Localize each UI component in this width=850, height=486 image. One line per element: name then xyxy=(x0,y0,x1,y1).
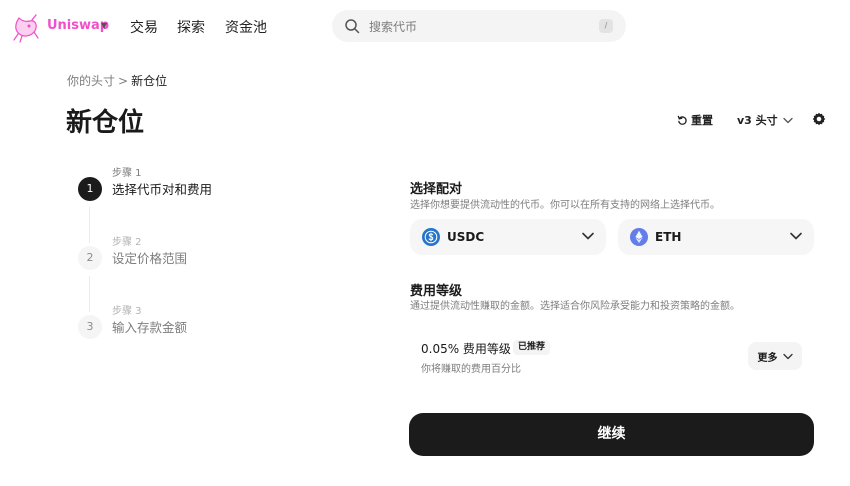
search-input[interactable]: 搜索代币 xyxy=(369,18,417,35)
step-title: 设定价格范围 xyxy=(112,251,188,266)
uniswap-logo-icon[interactable] xyxy=(10,12,42,44)
chevron-down-icon xyxy=(790,232,802,240)
version-dropdown[interactable]: v3 头寸 xyxy=(737,112,793,128)
step-number: 2 xyxy=(78,246,102,270)
more-fee-tiers-button[interactable]: 更多 xyxy=(748,342,802,370)
more-label: 更多 xyxy=(757,352,778,364)
nav-link-trade[interactable]: 交易 xyxy=(130,17,158,37)
search-icon xyxy=(345,19,360,34)
token-b-selector[interactable]: ETH xyxy=(618,219,814,255)
nav-link-pool[interactable]: 资金池 xyxy=(225,17,267,37)
step-title: 输入存款金额 xyxy=(112,320,188,335)
breadcrumb-current: 新仓位 xyxy=(131,74,168,88)
page-title: 新仓位 xyxy=(66,108,145,138)
search-shortcut-key: / xyxy=(599,19,613,33)
nav-link-explore[interactable]: 探索 xyxy=(177,17,205,37)
step-connector xyxy=(89,276,90,312)
token-b-symbol: ETH xyxy=(655,230,682,244)
reset-button[interactable]: 重置 xyxy=(677,112,713,128)
breadcrumb-parent[interactable]: 你的头寸 xyxy=(67,74,115,88)
token-a-symbol: USDC xyxy=(447,230,485,244)
step-caption: 步骤 2 xyxy=(112,237,142,248)
version-label: v3 头寸 xyxy=(737,114,778,127)
gear-icon[interactable] xyxy=(812,112,826,126)
breadcrumb-separator: > xyxy=(118,74,129,88)
pair-section-description: 选择你想要提供流动性的代币。你可以在所有支持的网络上选择代币。 xyxy=(410,200,720,211)
chevron-down-icon xyxy=(582,232,594,240)
top-nav: Uniswap ▼ 交易 探索 资金池 搜索代币 / xyxy=(0,0,850,54)
token-a-selector[interactable]: USDC xyxy=(410,219,606,255)
chevron-down-icon xyxy=(783,117,793,123)
step-caption: 步骤 1 xyxy=(112,168,142,179)
reset-label: 重置 xyxy=(691,114,713,127)
step-title: 选择代币对和费用 xyxy=(112,182,213,197)
brand-caret-icon[interactable]: ▼ xyxy=(101,21,107,30)
recommended-badge: 已推荐 xyxy=(513,340,551,355)
fee-tier-card: 0.05% 费用等级 已推荐 你将赚取的费用百分比 更多 xyxy=(410,328,813,386)
reset-icon xyxy=(677,115,687,125)
step-number: 1 xyxy=(78,177,102,201)
chevron-down-icon xyxy=(782,353,793,359)
usdc-icon xyxy=(422,228,440,246)
search-bar[interactable]: 搜索代币 / xyxy=(332,10,626,42)
step-caption: 步骤 3 xyxy=(112,306,142,317)
fee-tier-value: 0.05% 费用等级 xyxy=(421,342,511,356)
breadcrumb: 你的头寸 > 新仓位 xyxy=(67,72,167,89)
step-connector xyxy=(89,207,90,243)
continue-button[interactable]: 继续 xyxy=(409,413,814,456)
brand-name[interactable]: Uniswap xyxy=(47,18,109,33)
eth-icon xyxy=(630,228,648,246)
pair-section-title: 选择配对 xyxy=(410,182,463,197)
fee-section-description: 通过提供流动性赚取的金额。选择适合你风险承受能力和投资策略的金额。 xyxy=(410,301,740,312)
step-number: 3 xyxy=(78,315,102,339)
fee-tier-subtitle: 你将赚取的费用百分比 xyxy=(421,364,521,375)
